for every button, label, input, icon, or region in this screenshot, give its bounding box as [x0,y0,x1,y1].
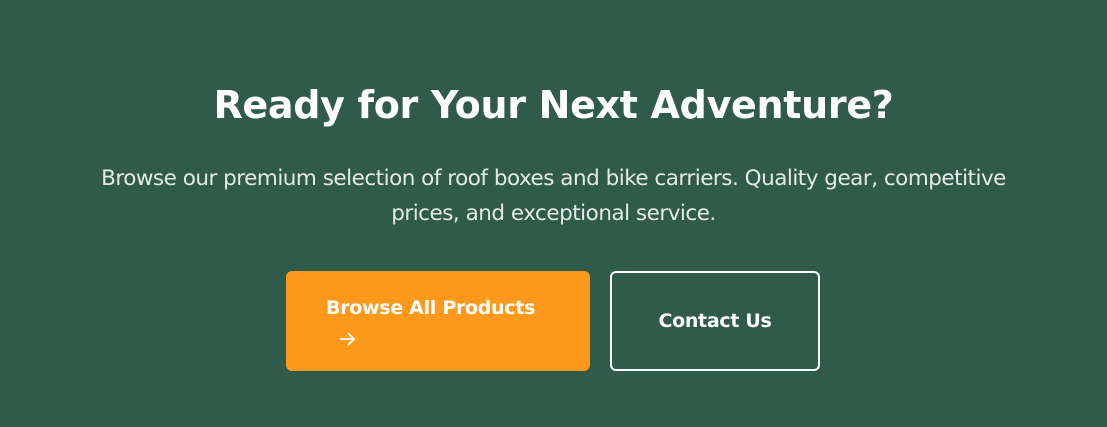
contact-us-button[interactable]: Contact Us [610,271,820,371]
browse-all-products-label: Browse All Products [326,297,536,319]
cta-heading: Ready for Your Next Adventure? [213,83,894,127]
cta-section: Ready for Your Next Adventure? Browse ou… [0,0,1107,427]
arrow-right-icon [340,332,355,346]
cta-description: Browse our premium selection of roof box… [101,166,1006,226]
contact-us-label: Contact Us [658,310,772,332]
browse-all-products-button[interactable]: Browse All Products [286,271,590,371]
